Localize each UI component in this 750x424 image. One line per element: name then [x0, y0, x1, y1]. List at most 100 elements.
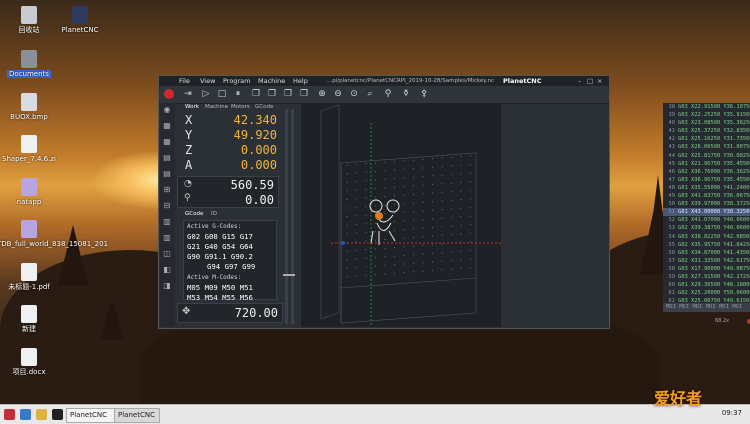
speed-slider[interactable] — [291, 109, 294, 324]
gcode-line[interactable]: 39 G03 X22.25250 Y35.91500 — [663, 111, 750, 119]
pause-icon[interactable]: ⏸ — [233, 89, 243, 99]
line-number: 43 — [668, 144, 676, 151]
gcode-line[interactable]: 48 G01 X35.55000 Y41.24000 — [663, 184, 750, 192]
gcode-line[interactable]: 40 G03 X23.08500 Y35.36250 — [663, 119, 750, 127]
desktop-icon-new[interactable]: 新建 — [0, 305, 61, 333]
gcode-line[interactable]: 51 G01 X43.00000 Y30.32500 — [663, 208, 750, 217]
desktop-icon-project[interactable]: 项目.docx — [0, 348, 61, 376]
grid-dot — [422, 244, 424, 246]
open-icon[interactable]: ⇥ — [183, 89, 193, 99]
side-icon[interactable]: ▤ — [162, 153, 172, 163]
axis-x[interactable]: X 42.340 — [177, 113, 277, 129]
mcode-line: M53 M54 M55 M56 — [187, 293, 253, 302]
gcode-text: G03 X27.91500 Y42.27250 — [678, 273, 750, 280]
gcode-line[interactable]: 56 G03 X34.87000 Y41.43500 — [663, 249, 750, 257]
menu-view[interactable]: View — [200, 76, 215, 86]
tab-machine[interactable]: Machine — [205, 103, 228, 111]
menu-program[interactable]: Program — [223, 76, 250, 86]
gcode-line[interactable]: 43 G03 X26.06500 Y31.00750 — [663, 143, 750, 151]
maximize-icon[interactable]: □ — [587, 76, 593, 86]
zoom-in-icon[interactable]: ⊕ — [317, 89, 327, 99]
menu-help[interactable]: Help — [293, 76, 308, 86]
tab-work[interactable]: Work — [185, 103, 199, 111]
minimize-icon[interactable]: – — [578, 76, 581, 86]
gcode-line[interactable]: 41 G03 X25.37250 Y32.83500 — [663, 127, 750, 135]
side-icon[interactable]: ◨ — [162, 281, 172, 291]
side-icon[interactable]: ◫ — [162, 249, 172, 259]
feed-slider[interactable] — [285, 109, 288, 324]
close-icon[interactable]: × — [597, 76, 602, 86]
gcode-line[interactable]: 46 G02 X36.76000 Y36.36250 — [663, 168, 750, 176]
gcode-line[interactable]: 61 G02 X25.20000 Y50.06000 — [663, 289, 750, 297]
menu-file[interactable]: File — [179, 76, 190, 86]
side-icon[interactable]: ▦ — [162, 121, 172, 131]
zoom-fit-icon[interactable]: ⊙ — [349, 89, 359, 99]
side-icon[interactable]: ◧ — [162, 265, 172, 275]
gcode-line[interactable]: 58 G03 X17.90000 Y49.08750 — [663, 265, 750, 273]
axis-y[interactable]: Y 49.920 — [177, 128, 277, 144]
grid-dot — [422, 184, 424, 186]
gcode-line[interactable]: 55 G02 X35.95750 Y41.84250 — [663, 241, 750, 249]
estop-button[interactable] — [164, 89, 174, 99]
side-icon[interactable]: ▦ — [162, 137, 172, 147]
taskbar-button-planetcnc-active[interactable]: PlanetCNC — [114, 408, 160, 423]
probe-icon[interactable]: ⚲ — [383, 89, 393, 99]
tab-gcode[interactable]: GCode — [255, 103, 273, 111]
desktop-icon-planetcnc[interactable]: PlanetCNC — [48, 6, 112, 34]
page-icon[interactable]: ❐ — [299, 89, 309, 99]
browser-icon[interactable] — [20, 409, 31, 420]
side-icon[interactable]: ▤ — [162, 169, 172, 179]
gcode-line[interactable]: 60 G01 X29.36500 Y48.18000 — [663, 281, 750, 289]
taskbar-button-planetcnc[interactable]: PlanetCNC — [66, 408, 118, 423]
zoom-out-icon[interactable]: ⊖ — [333, 89, 343, 99]
gcode-line[interactable]: 57 G02 X31.33500 Y42.61750 — [663, 257, 750, 265]
desktop-icon-buox[interactable]: BUOX.bmp — [0, 93, 61, 121]
gcode-line[interactable]: 50 G03 X39.97000 Y38.37250 — [663, 200, 750, 208]
axis-a[interactable]: A 0.000 — [177, 158, 277, 174]
gcode-line[interactable]: 52 G03 X41.07000 Y40.06000 — [663, 216, 750, 224]
desktop-icon-documents[interactable]: Documents — [0, 50, 61, 78]
gcode-line[interactable]: 49 G03 X41.83750 Y36.06750 — [663, 192, 750, 200]
gcode-line[interactable]: 45 G01 X21.96750 Y35.45500 — [663, 160, 750, 168]
page-icon[interactable]: ❐ — [283, 89, 293, 99]
grid-dot — [431, 201, 434, 203]
desktop-icon-shaper[interactable]: Shaper_7.4.6.zi — [0, 135, 61, 163]
gcode-line[interactable]: 54 G03 X38.82250 Y42.08500 — [663, 233, 750, 241]
grid-dot — [422, 262, 424, 264]
side-icon[interactable]: ⊟ — [162, 201, 172, 211]
desktop-icon-tdb[interactable]: TDB_full_world_838_15081_201 — [0, 220, 108, 248]
gcode-line[interactable]: 59 G03 X27.91500 Y42.27250 — [663, 273, 750, 281]
terminal-icon[interactable] — [52, 409, 63, 420]
raspberry-menu-icon[interactable] — [4, 409, 15, 420]
gcode-listing[interactable]: 38 G03 X22.91500 Y36.10750 39 G03 X22.25250… — [663, 103, 750, 303]
axis-z[interactable]: Z 0.000 — [177, 143, 277, 159]
gcode-line[interactable]: 38 G03 X22.91500 Y36.10750 — [663, 103, 750, 111]
side-icon[interactable]: ◉ — [162, 105, 172, 115]
tool-icon[interactable]: ⚱ — [401, 89, 411, 99]
page-icon[interactable]: ❐ — [267, 89, 277, 99]
side-icon[interactable]: ▥ — [162, 217, 172, 227]
grid-dot — [431, 235, 434, 237]
taskbar-button-label: PlanetCNC — [118, 411, 155, 419]
menu-machine[interactable]: Machine — [258, 76, 285, 86]
gcode-line[interactable]: 42 G01 X25.16250 Y31.73500 — [663, 135, 750, 143]
tab-motors[interactable]: Motors — [231, 103, 250, 111]
gcode-line[interactable]: 47 G03 X36.96750 Y35.45500 — [663, 176, 750, 184]
side-icon[interactable]: ▥ — [162, 233, 172, 243]
desktop-icon-natapp[interactable]: natapp — [0, 178, 61, 206]
gcode-line[interactable]: 53 G02 X39.38750 Y40.06000 — [663, 224, 750, 232]
zoom-search-icon[interactable]: ⌕ — [365, 89, 375, 99]
tab-io[interactable]: IO — [211, 210, 217, 218]
tab-gcode-state[interactable]: GCode — [185, 210, 203, 218]
spindle-icon[interactable]: ⚴ — [419, 89, 429, 99]
play-icon[interactable]: ▷ — [201, 89, 211, 99]
side-icon[interactable]: ⊞ — [162, 185, 172, 195]
3d-view[interactable] — [301, 103, 511, 333]
folder-icon[interactable] — [36, 409, 47, 420]
desktop-icon-pdf[interactable]: 未标题-1.pdf — [0, 263, 61, 291]
stop-icon[interactable]: □ — [217, 89, 227, 99]
page-icon[interactable]: ❐ — [251, 89, 261, 99]
gcode-line[interactable]: 44 G02 X25.81750 Y30.00250 — [663, 152, 750, 160]
slider-handle[interactable] — [283, 274, 295, 276]
mdi-bar[interactable]: MDI MDI MDI MDI MDI MDI — [663, 303, 750, 312]
